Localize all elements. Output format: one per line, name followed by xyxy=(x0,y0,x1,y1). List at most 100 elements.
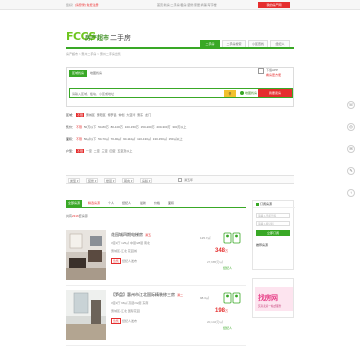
checkbox-five-years[interactable] xyxy=(178,178,182,182)
app-promo-line1: 下载APP xyxy=(266,68,279,72)
filter-option[interactable]: 50㎡以下 xyxy=(84,137,96,141)
filter-option[interactable]: 大亚湾 xyxy=(126,113,135,117)
agent-icon xyxy=(223,292,241,304)
subscribe-button[interactable]: 立即订阅 xyxy=(256,230,290,236)
listing-layout: 3室2厅 125㎡ 中层/28层 南北 xyxy=(111,241,151,245)
listing-photo[interactable] xyxy=(66,230,106,280)
filter-option[interactable]: 150㎡以上 xyxy=(169,137,183,141)
listing-meta: 急售 经纪人发布 xyxy=(111,318,137,324)
filter-option[interactable]: 龙门 xyxy=(145,113,151,117)
nav-tab-community[interactable]: 小区查找 xyxy=(248,40,268,47)
dropdown-decoration[interactable]: 装修 ▾ xyxy=(86,178,99,183)
tab-area-search[interactable]: 区域找房 xyxy=(69,70,88,77)
nav-tab-agent[interactable]: 经纪人 xyxy=(270,40,290,47)
listing-area: 125.7㎡ xyxy=(200,236,211,240)
listing-title-text: 花园城四期电梯房 xyxy=(111,232,143,237)
tab-personal[interactable]: 个人 xyxy=(106,200,116,207)
recommend-title: 推荐房源 xyxy=(256,243,269,247)
filter-option[interactable]: 四室 xyxy=(109,149,115,153)
top-link[interactable]: 写字楼 xyxy=(208,3,217,7)
wechat-icon[interactable]: ◎ xyxy=(346,122,356,132)
listing-meta: 急售 经纪人发布 xyxy=(111,258,137,264)
agent-label[interactable]: 经纪人 xyxy=(223,326,232,330)
filter-option[interactable]: 仲恺 xyxy=(118,113,124,117)
listing-location[interactable]: 惠城区-江北 花园城 xyxy=(111,249,137,253)
filter-option[interactable]: 三室 xyxy=(102,149,108,153)
ad-box[interactable]: 找房网 买房卖房一站式服务 xyxy=(252,278,294,318)
listing-tabs: 全部房源 精选房源 个人 经纪人 最新 价格 面积 xyxy=(66,200,246,208)
listing-title[interactable]: 花园城四期电梯房 满五 xyxy=(111,232,151,238)
listing-price-unit: 万 xyxy=(225,309,229,313)
filter-row-area: 面积：不限 50㎡以下 50-70㎡ 70-90㎡ 90-110㎡ 110-13… xyxy=(66,136,294,142)
agent-label[interactable]: 经纪人 xyxy=(223,266,232,270)
filter-option[interactable]: 惠东 xyxy=(137,113,143,117)
login-link[interactable]: [请登录] xyxy=(75,3,86,7)
filter-option[interactable]: 130-150㎡ xyxy=(153,137,167,141)
tab-price[interactable]: 价格 xyxy=(152,200,162,207)
dropdown-age[interactable]: 房龄 ▾ xyxy=(140,178,153,183)
filter-option-active[interactable]: 不限 xyxy=(76,149,85,153)
listing-price-value: 198 xyxy=(215,308,226,314)
chat-icon[interactable]: ✉ xyxy=(346,144,356,154)
filter-option[interactable]: 100-150万 xyxy=(125,125,139,129)
filter-option-active[interactable]: 不限 xyxy=(76,113,85,117)
filter-option[interactable]: 博罗县 xyxy=(108,113,117,117)
tab-area[interactable]: 面积 xyxy=(166,200,176,207)
filter-option[interactable]: 200-300万 xyxy=(157,125,171,129)
top-icon[interactable]: ↑ xyxy=(346,188,356,198)
listing-title-text: 【笋盘】惠州市江北国际精装修三房 xyxy=(111,292,175,297)
filter-option[interactable]: 80-100万 xyxy=(111,125,123,129)
tab-newest[interactable]: 最新 xyxy=(138,200,148,207)
filter-option[interactable]: 一室 xyxy=(86,149,92,153)
filter-option-active[interactable]: 不限 xyxy=(76,125,82,129)
search-input[interactable] xyxy=(72,90,212,97)
phone-input[interactable]: 请输入手机号码 xyxy=(256,213,290,218)
tab-agent[interactable]: 经纪人 xyxy=(120,200,133,207)
tab-featured[interactable]: 精选房源 xyxy=(86,200,102,207)
sell-house-button[interactable]: 我要卖房 xyxy=(258,89,292,97)
result-count: 共有2316套房源 xyxy=(66,214,88,218)
ad-banner[interactable]: 找房网 买房卖房一站式服务 xyxy=(255,287,293,311)
nav-tab-search[interactable]: 二手房搜索 xyxy=(222,40,246,47)
main-nav: 二手房 二手房搜索 小区查找 经纪人 xyxy=(200,40,294,47)
filter-option-active[interactable]: 不限 xyxy=(76,137,82,141)
dropdown-type[interactable]: 类型 ▾ xyxy=(68,178,81,183)
filter-option[interactable]: 150-200万 xyxy=(141,125,155,129)
listing-photo[interactable] xyxy=(66,290,106,340)
filter-option[interactable]: 惠城区 xyxy=(86,113,95,117)
tab-all-listings[interactable]: 全部房源 xyxy=(66,200,83,207)
my-account-button[interactable]: 我的房产网 xyxy=(258,2,290,8)
filter-option[interactable]: 300万以上 xyxy=(172,125,186,129)
listing-source: 经纪人发布 xyxy=(122,319,138,323)
dropdown-orientation[interactable]: 朝向 ▾ xyxy=(122,178,135,183)
map-search-link[interactable]: 地图找房 xyxy=(240,91,257,96)
app-promo[interactable]: 下载APP 看房更方便 xyxy=(258,68,292,80)
dropdown-label: 朝向 xyxy=(124,179,131,183)
listing-item[interactable]: 花园城四期电梯房 满五 3室2厅 125㎡ 中层/28层 南北 惠城区-江北 花园… xyxy=(66,230,246,286)
filter-option[interactable]: 惠阳区 xyxy=(97,113,106,117)
filter-option[interactable]: 50-70㎡ xyxy=(98,137,109,141)
phone-icon[interactable]: ☏ xyxy=(346,100,356,110)
top-bar: 您好！[请登录] 免费注册 首页|新房|二手房|租房|装修|家居|商铺|写字楼 … xyxy=(0,0,360,10)
dropdown-floor[interactable]: 楼层 ▾ xyxy=(104,178,117,183)
listing-area: 98.3㎡ xyxy=(200,296,209,300)
filter-option[interactable]: 110-130㎡ xyxy=(137,137,151,141)
listing-title[interactable]: 【笋盘】惠州市江北国际精装修三房 满二 xyxy=(111,292,183,298)
listing-item[interactable]: 【笋盘】惠州市江北国际精装修三房 满二 3室2厅 98㎡ 高层/32层 东南 惠城… xyxy=(66,290,246,346)
filter-option[interactable]: 50-80万 xyxy=(98,125,109,129)
filter-option[interactable]: 二室 xyxy=(94,149,100,153)
feedback-icon[interactable]: ✎ xyxy=(346,166,356,176)
filter-option[interactable]: 70-90㎡ xyxy=(111,137,122,141)
code-input[interactable]: 请输入验证码 xyxy=(256,221,290,226)
agent-avatar-group[interactable] xyxy=(222,292,242,304)
tab-map-search[interactable]: 地图找房 xyxy=(87,70,105,77)
filter-option[interactable]: 五室及以上 xyxy=(117,149,132,153)
nav-tab-ershoufang[interactable]: 二手房 xyxy=(200,40,220,47)
agent-avatar-group[interactable] xyxy=(222,232,242,244)
register-link[interactable]: 免费注册 xyxy=(87,3,99,7)
top-link[interactable]: 二手房 xyxy=(171,3,180,7)
listing-location[interactable]: 惠城区-江北 国际花园 xyxy=(111,309,140,313)
filter-option[interactable]: 90-110㎡ xyxy=(123,137,135,141)
search-button[interactable]: ⚲ xyxy=(224,90,236,97)
filter-option[interactable]: 50万以下 xyxy=(84,125,96,129)
